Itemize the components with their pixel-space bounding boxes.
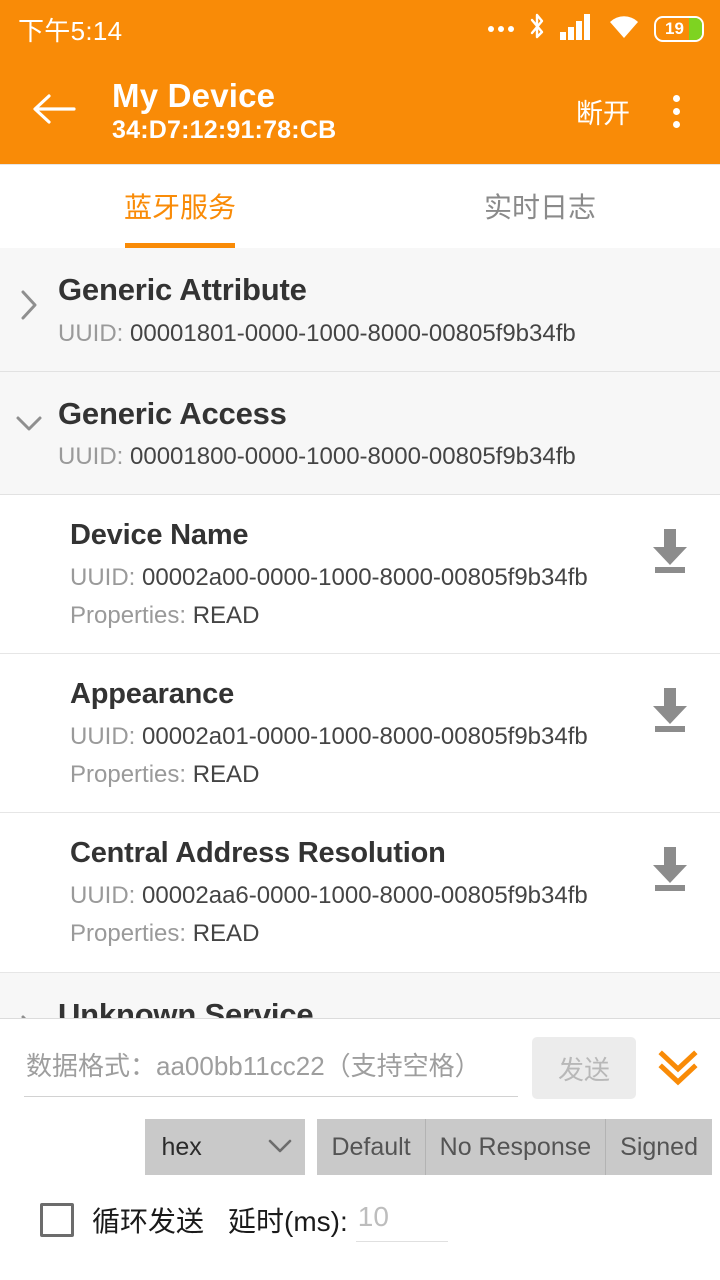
characteristic-uuid: UUID: 00002aa6-0000-1000-8000-00805f9b34… (70, 880, 648, 911)
characteristic-text: Device Name UUID: 00002a00-0000-1000-800… (70, 517, 648, 631)
characteristic-properties: Properties: READ (70, 759, 648, 790)
chevron-right-icon (0, 995, 58, 1018)
properties-label: Properties: (70, 920, 193, 948)
tab-bluetooth-services[interactable]: 蓝牙服务 (0, 164, 360, 248)
chevron-right-icon (0, 270, 58, 322)
properties-value: READ (192, 920, 260, 948)
characteristic-name: Central Address Resolution (70, 837, 446, 870)
bluetooth-icon (527, 12, 547, 47)
double-chevron-down-icon (654, 1042, 702, 1095)
back-button[interactable] (26, 83, 82, 139)
service-row[interactable]: Generic Access UUID: 00001800-0000-1000-… (0, 371, 720, 496)
status-bar: 下午5:14 19 (0, 0, 720, 58)
service-text: Generic Attribute UUID: 00001801-0000-10… (58, 270, 700, 349)
read-button[interactable] (648, 676, 696, 737)
write-options-row: hex Default No Response Signed (0, 1099, 720, 1175)
uuid-value: 00002aa6-0000-1000-8000-00805f9b34fb (142, 882, 588, 910)
battery-level: 19 (665, 19, 684, 38)
data-input[interactable] (24, 1039, 518, 1097)
characteristic-row[interactable]: Central Address Resolution UUID: 00002aa… (0, 813, 720, 973)
write-mode-default[interactable]: Default (317, 1119, 425, 1175)
status-icons: 19 (488, 12, 704, 47)
uuid-label: UUID: (70, 723, 142, 751)
loop-send-label: 循环发送 (92, 1205, 205, 1237)
send-button[interactable]: 发送 (532, 1037, 636, 1099)
tab-bar: 蓝牙服务 实时日志 (0, 164, 720, 248)
characteristic-name: Appearance (70, 678, 235, 711)
download-icon (648, 529, 692, 577)
more-dots-icon (488, 26, 514, 32)
characteristic-row[interactable]: Appearance UUID: 00002a01-0000-1000-8000… (0, 654, 720, 814)
service-row[interactable]: Generic Attribute UUID: 00001801-0000-10… (0, 248, 720, 372)
service-name: Generic Attribute (58, 272, 307, 307)
download-icon (648, 847, 692, 895)
status-time: 下午5:14 (18, 15, 123, 46)
uuid-label: UUID: (58, 443, 130, 471)
data-format-value: hex (161, 1132, 202, 1161)
chevron-down-icon (0, 394, 58, 434)
delay-input[interactable] (355, 1197, 448, 1242)
uuid-value: 00001801-0000-1000-8000-00805f9b34fb (130, 319, 576, 347)
properties-value: READ (192, 602, 260, 630)
characteristic-uuid: UUID: 00002a01-0000-1000-8000-00805f9b34… (70, 721, 648, 752)
service-text: Unknown Service (58, 995, 700, 1018)
data-format-select[interactable]: hex (145, 1119, 306, 1175)
loop-send-row: 循环发送 延时(ms): (0, 1175, 720, 1242)
battery-icon: 19 (654, 16, 704, 42)
characteristic-text: Central Address Resolution UUID: 00002aa… (70, 835, 648, 949)
characteristic-text: Appearance UUID: 00002a01-0000-1000-8000… (70, 676, 648, 790)
write-mode-group: Default No Response Signed (317, 1119, 712, 1175)
app-root: 下午5:14 19 My Device 34:D7:12:91:78:CB 断开… (0, 0, 720, 1280)
uuid-label: UUID: (70, 564, 142, 592)
properties-value: READ (192, 761, 260, 789)
chevron-down-icon (267, 1133, 293, 1162)
characteristic-properties: Properties: READ (70, 600, 648, 631)
expand-panel-button[interactable] (650, 1042, 706, 1095)
service-name: Unknown Service (58, 996, 314, 1018)
wifi-icon (607, 14, 641, 45)
download-icon (648, 688, 692, 736)
properties-label: Properties: (70, 761, 193, 789)
write-input-row: 发送 (0, 1019, 720, 1099)
write-panel: 发送 hex Default No Response (0, 1018, 720, 1280)
service-uuid: UUID: 00001800-0000-1000-8000-00805f9b34… (58, 442, 700, 472)
characteristic-name: Device Name (70, 519, 249, 552)
characteristic-properties: Properties: READ (70, 918, 648, 949)
write-mode-signed[interactable]: Signed (605, 1119, 712, 1175)
uuid-value: 00002a00-0000-1000-8000-00805f9b34fb (142, 564, 588, 592)
app-bar-titles: My Device 34:D7:12:91:78:CB (112, 77, 568, 146)
uuid-value: 00002a01-0000-1000-8000-00805f9b34fb (142, 723, 588, 751)
page-title: My Device (112, 76, 276, 114)
service-text: Generic Access UUID: 00001800-0000-1000-… (58, 394, 700, 473)
device-mac-address: 34:D7:12:91:78:CB (112, 115, 337, 144)
read-button[interactable] (648, 517, 696, 578)
service-row[interactable]: Unknown Service (0, 972, 720, 1018)
signal-icon (560, 13, 594, 45)
loop-send-checkbox[interactable] (40, 1202, 74, 1237)
disconnect-button[interactable]: 断开 (568, 82, 638, 141)
uuid-label: UUID: (70, 882, 142, 910)
characteristic-row[interactable]: Device Name UUID: 00002a00-0000-1000-800… (0, 495, 720, 655)
characteristic-uuid: UUID: 00002a00-0000-1000-8000-00805f9b34… (70, 562, 648, 593)
write-mode-no-response[interactable]: No Response (424, 1119, 606, 1175)
overflow-menu-button[interactable] (652, 83, 700, 139)
uuid-label: UUID: (58, 319, 130, 347)
app-bar: My Device 34:D7:12:91:78:CB 断开 (0, 58, 720, 164)
uuid-value: 00001800-0000-1000-8000-00805f9b34fb (130, 443, 576, 471)
properties-label: Properties: (70, 602, 193, 630)
service-list[interactable]: Generic Attribute UUID: 00001801-0000-10… (0, 248, 720, 1018)
more-vertical-icon (672, 94, 680, 102)
service-name: Generic Access (58, 395, 287, 431)
delay-label: 延时(ms): (228, 1205, 348, 1237)
service-uuid: UUID: 00001801-0000-1000-8000-00805f9b34… (58, 319, 700, 349)
read-button[interactable] (648, 835, 696, 896)
arrow-left-icon (32, 92, 76, 131)
tab-realtime-log[interactable]: 实时日志 (360, 164, 720, 248)
